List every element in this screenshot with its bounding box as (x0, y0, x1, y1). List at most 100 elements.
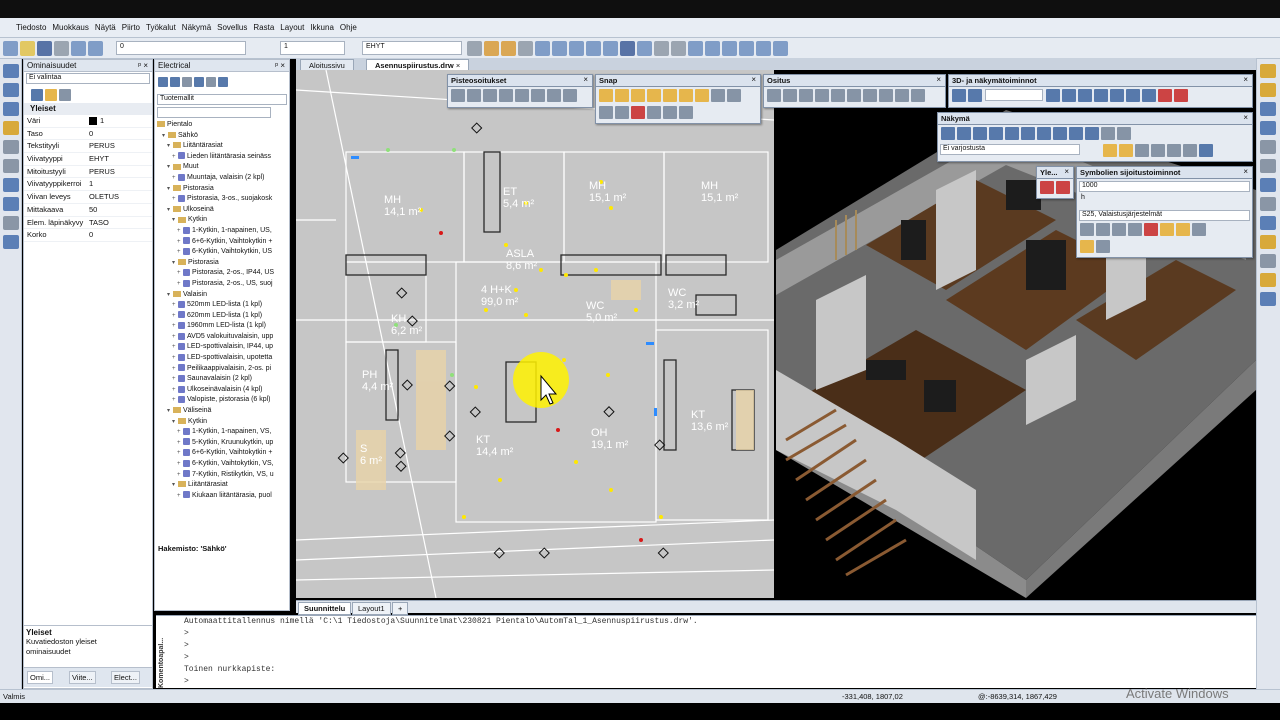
product-icon-3[interactable] (182, 77, 192, 87)
symbol-tool-icon[interactable] (3, 121, 19, 135)
property-value[interactable]: 50 (86, 204, 152, 216)
command-line[interactable]: Komentoapal... Automaattitallennus nimel… (156, 615, 1256, 688)
property-row[interactable]: Tekstityyli PERUS (24, 140, 152, 154)
symbol-more-icon[interactable] (1192, 223, 1206, 236)
filter-tool-icon[interactable] (3, 216, 19, 230)
view-front-icon[interactable] (941, 127, 955, 140)
3d-import-icon[interactable] (1142, 89, 1156, 102)
3d-fly-icon[interactable] (1062, 89, 1076, 102)
tab-suunnittelu[interactable]: Suunnittelu (298, 602, 352, 615)
layout-6-icon[interactable] (847, 89, 861, 102)
3d-clip-icon[interactable] (1158, 89, 1172, 102)
menu-item-layout[interactable]: Layout (280, 23, 304, 32)
property-picker-icon[interactable] (59, 89, 71, 101)
tree-item[interactable]: + Lieden liitäntärasia seinäss (157, 152, 289, 163)
line-tool-icon[interactable] (3, 64, 19, 78)
right-tool-4-icon[interactable] (1260, 121, 1276, 135)
symbol-grid-icon[interactable] (1112, 223, 1126, 236)
menu-item-muokkaus[interactable]: Muokkaus (52, 23, 88, 32)
tree-item[interactable]: Pientalo (157, 120, 289, 131)
snap-center-icon[interactable] (615, 89, 629, 102)
polar-point-icon[interactable] (515, 89, 529, 102)
layer-combo[interactable]: 0 (116, 41, 246, 55)
3d-section-icon[interactable] (1094, 89, 1108, 102)
tree-item[interactable]: ▾ Pistorasia (157, 258, 289, 269)
3d-walk-icon[interactable] (1046, 89, 1060, 102)
menu-item-nkym[interactable]: Näkymä (182, 23, 211, 32)
zoom-out-icon[interactable] (552, 41, 567, 56)
view-iso1-icon[interactable] (1037, 127, 1051, 140)
undo-icon[interactable] (71, 41, 86, 56)
snap-endpoint-icon[interactable] (599, 89, 613, 102)
property-value[interactable]: 1 (86, 115, 152, 127)
tree-item[interactable]: +5-Kytkin, Kruunukytkin, up (157, 438, 289, 449)
panel-tab-1[interactable]: Viite... (69, 671, 96, 684)
layout-3-icon[interactable] (799, 89, 813, 102)
right-tool-12-icon[interactable] (1260, 273, 1276, 287)
pen-combo[interactable]: 1 (280, 41, 345, 55)
filter-icon[interactable] (31, 89, 43, 101)
close-icon[interactable]: × (936, 75, 941, 84)
x-lock-icon[interactable] (547, 89, 561, 102)
tree-item[interactable]: ▾ Ulkoseinä (157, 205, 289, 216)
menu-item-piirto[interactable]: Piirto (122, 23, 140, 32)
tree-item[interactable]: ▾ Kytkin (157, 417, 289, 428)
property-value[interactable]: OLETUS (86, 191, 152, 203)
close-icon[interactable]: × (583, 75, 588, 84)
tree-item[interactable]: ▾ Liitäntärasiat (157, 480, 289, 491)
tree-item[interactable]: +620mm LED-lista (1 kpl) (157, 311, 289, 322)
zoom-in-icon[interactable] (535, 41, 550, 56)
tree-item[interactable]: + Pistorasia, 2-os., US, suoj (157, 279, 289, 290)
property-value[interactable]: 0 (86, 229, 152, 241)
property-row[interactable]: Viivatyyppi EHYT (24, 153, 152, 166)
zoom-all-icon[interactable] (586, 41, 601, 56)
product-combo[interactable]: Tuotemallit (157, 94, 287, 105)
yleis-tool-2-icon[interactable] (1056, 181, 1070, 194)
3d-render-icon[interactable] (1174, 89, 1188, 102)
selection-combo[interactable]: Ei valintaa (26, 73, 150, 84)
symbol-system-combo[interactable]: S25, Valaistusjärjestelmät (1079, 210, 1250, 221)
text-icon[interactable] (654, 41, 669, 56)
relative-point-icon[interactable] (499, 89, 513, 102)
3d-view-icon[interactable] (620, 41, 635, 56)
symbol-wire-icon[interactable] (1096, 240, 1110, 253)
quick-select-icon[interactable] (45, 89, 57, 101)
symbol-height-input[interactable]: 1000 (1079, 181, 1250, 192)
print-icon[interactable] (54, 41, 69, 56)
product-filter-input[interactable] (157, 107, 271, 118)
property-value[interactable]: TASO (86, 217, 152, 229)
menu-item-tiedosto[interactable]: Tiedosto (16, 23, 46, 32)
right-tool-9-icon[interactable] (1260, 216, 1276, 230)
product-icon-5[interactable] (206, 77, 216, 87)
add-layout-button[interactable]: + (392, 602, 409, 615)
tree-item[interactable]: +1-Kytkin, 1-napainen, VS, (157, 427, 289, 438)
property-row[interactable]: Taso 0 (24, 128, 152, 141)
view-bottom-icon[interactable] (1021, 127, 1035, 140)
symbol-arc-icon[interactable] (1128, 223, 1142, 236)
intersection-icon[interactable] (483, 89, 497, 102)
shading-combo[interactable]: Ei varjostusta (940, 144, 1080, 155)
layout-5-icon[interactable] (831, 89, 845, 102)
snap-midpoint-icon[interactable] (631, 89, 645, 102)
tree-item[interactable]: + Saunavalaisin (2 kpl) (157, 374, 289, 385)
symbol-number-icon[interactable] (1176, 223, 1190, 236)
3d-label-icon[interactable] (1110, 89, 1124, 102)
right-tool-11-icon[interactable] (1260, 254, 1276, 268)
tree-item[interactable]: +7-Kytkin, Ristikytkin, VS, u (157, 470, 289, 481)
right-tool-1-icon[interactable] (1260, 64, 1276, 78)
property-value[interactable]: PERUS (86, 166, 152, 178)
tree-item[interactable]: + Kiukaan liitäntärasia, puol (157, 491, 289, 502)
tree-item[interactable]: ▾ Väliseinä (157, 406, 289, 417)
menu-item-ikkuna[interactable]: Ikkuna (310, 23, 334, 32)
view-iso2-icon[interactable] (1053, 127, 1067, 140)
shade-3-icon[interactable] (1135, 144, 1149, 157)
polyline-tool-icon[interactable] (3, 83, 19, 97)
property-row[interactable]: Elem. läpinäkyvy TASO (24, 217, 152, 230)
shade-6-icon[interactable] (1183, 144, 1197, 157)
edit-tool-icon[interactable] (3, 235, 19, 249)
view-ucs-icon[interactable] (1117, 127, 1131, 140)
redo-icon[interactable] (88, 41, 103, 56)
product-icon-6[interactable] (218, 77, 228, 87)
symbol-replace-icon[interactable] (1144, 223, 1158, 236)
view-left-icon[interactable] (973, 127, 987, 140)
